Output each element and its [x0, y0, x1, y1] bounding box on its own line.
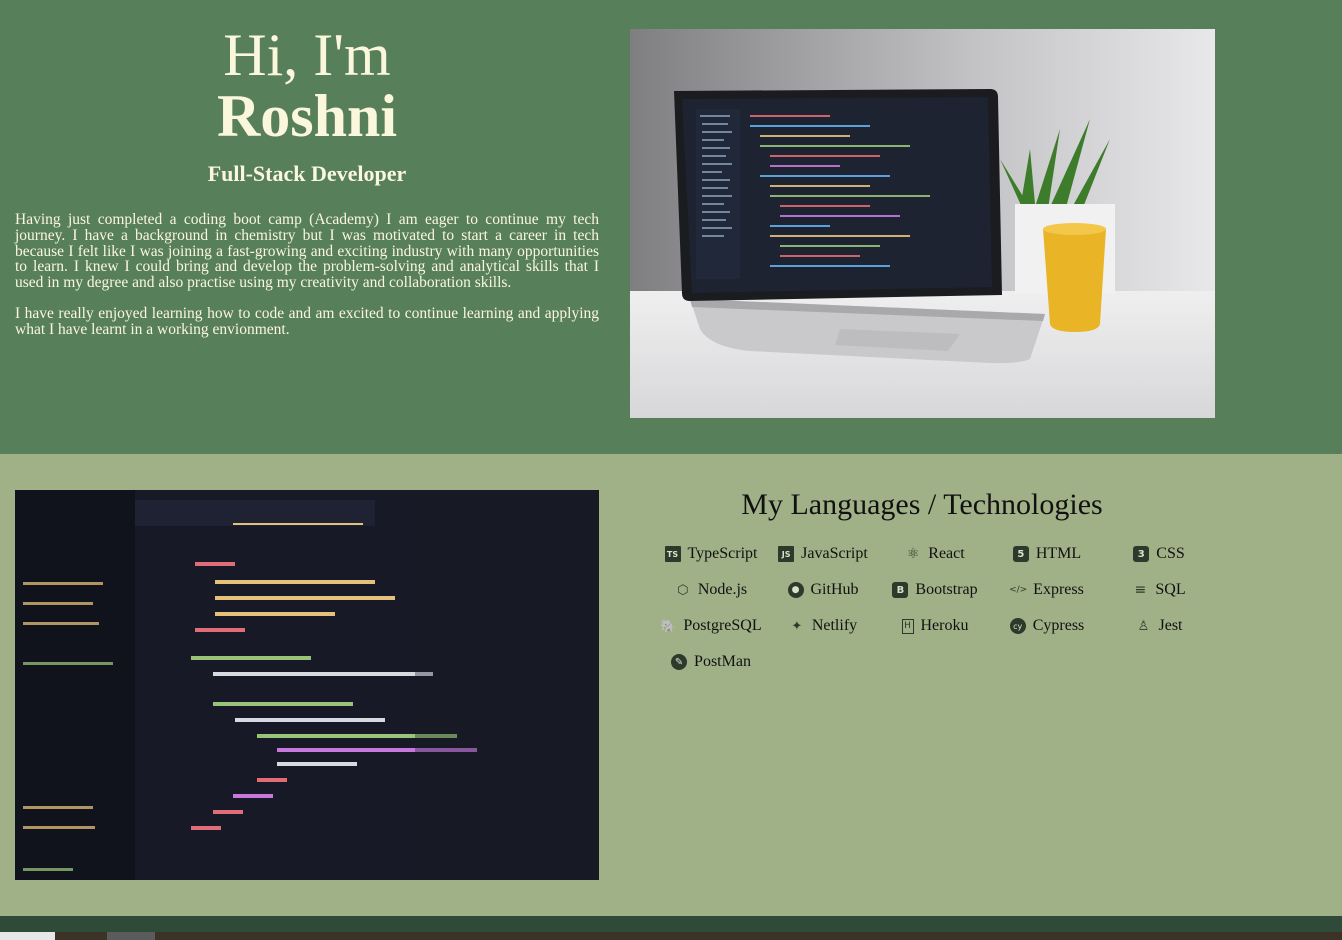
skill-css: 3 CSS — [1103, 542, 1215, 566]
express-icon: </> — [1009, 585, 1028, 595]
skills-section: My Languages / Technologies TS TypeScript… — [0, 454, 1342, 916]
bottom-bar-segment — [107, 932, 155, 940]
skill-label: PostgreSQL — [683, 617, 762, 634]
name-heading: Roshni — [216, 83, 398, 149]
skill-label: Bootstrap — [915, 581, 978, 598]
css3-icon: 3 — [1133, 546, 1150, 562]
skill-grid: TS TypeScript JS JavaScript ⚛ React 5 HTML 3… — [655, 542, 1215, 674]
bottom-bar-segment — [0, 932, 55, 940]
skill-postman: ✎ PostMan — [655, 650, 767, 674]
heroku-icon: H — [901, 618, 914, 634]
skill-typescript: TS TypeScript — [655, 542, 767, 566]
jest-icon: ♙ — [1137, 618, 1150, 634]
skill-bootstrap: B Bootstrap — [879, 578, 991, 602]
bottom-bar — [0, 932, 1342, 940]
skill-label: React — [928, 545, 965, 562]
bootstrap-icon: B — [892, 582, 909, 598]
skill-nodejs: ⬡ Node.js — [655, 578, 767, 602]
bio-paragraph: I have really enjoyed learning how to co… — [15, 304, 599, 338]
skill-netlify: ✦ Netlify — [767, 614, 879, 638]
role-subtitle: Full-Stack Developer — [207, 161, 407, 186]
skill-label: SQL — [1155, 581, 1186, 598]
bio: Having just completed a coding boot camp… — [15, 212, 599, 338]
typescript-icon: TS — [664, 546, 681, 562]
skill-heroku: H Heroku — [879, 614, 991, 638]
skill-html: 5 HTML — [991, 542, 1103, 566]
skill-label: Express — [1033, 581, 1084, 598]
skill-label: Cypress — [1032, 617, 1085, 634]
netlify-icon: ✦ — [791, 618, 803, 634]
skill-cypress: cy Cypress — [991, 614, 1103, 638]
skill-label: Heroku — [920, 617, 969, 634]
skill-sql: ≡ SQL — [1103, 578, 1215, 602]
hero-section: Hi, I'm Roshni Full-Stack Developer Havi… — [0, 0, 1342, 454]
html5-icon: 5 — [1012, 546, 1029, 562]
github-icon: ● — [787, 582, 804, 598]
skill-react: ⚛ React — [879, 542, 991, 566]
database-icon: ≡ — [1134, 582, 1147, 598]
skill-label: HTML — [1035, 545, 1082, 562]
skills-title: My Languages / Technologies — [741, 488, 1103, 521]
skill-jest: ♙ Jest — [1103, 614, 1215, 638]
skill-label: Node.js — [697, 581, 748, 598]
code-editor-photo — [15, 490, 599, 880]
skill-label: PostMan — [694, 653, 751, 670]
skill-label: Jest — [1158, 617, 1183, 634]
greeting-heading: Hi, I'm — [223, 22, 391, 88]
skill-postgresql: 🐘 PostgreSQL — [655, 614, 767, 638]
skill-label: JavaScript — [801, 545, 868, 562]
intro-block: Hi, I'm Roshni Full-Stack Developer Havi… — [15, 24, 599, 338]
skill-label: TypeScript — [687, 545, 758, 562]
nodejs-icon: ⬡ — [677, 582, 689, 598]
footer-strip — [0, 916, 1342, 932]
skill-javascript: JS JavaScript — [767, 542, 879, 566]
skill-label: CSS — [1156, 545, 1185, 562]
laptop-photo — [630, 29, 1215, 418]
postgresql-icon: 🐘 — [660, 619, 676, 633]
javascript-icon: JS — [778, 546, 795, 562]
skill-express: </> Express — [991, 578, 1103, 602]
skill-label: GitHub — [810, 581, 859, 598]
bio-paragraph: Having just completed a coding boot camp… — [15, 211, 599, 292]
react-icon: ⚛ — [907, 546, 920, 562]
postman-icon: ✎ — [671, 654, 688, 670]
skill-label: Netlify — [811, 617, 858, 634]
skill-github: ● GitHub — [767, 578, 879, 602]
cypress-icon: cy — [1009, 618, 1026, 634]
